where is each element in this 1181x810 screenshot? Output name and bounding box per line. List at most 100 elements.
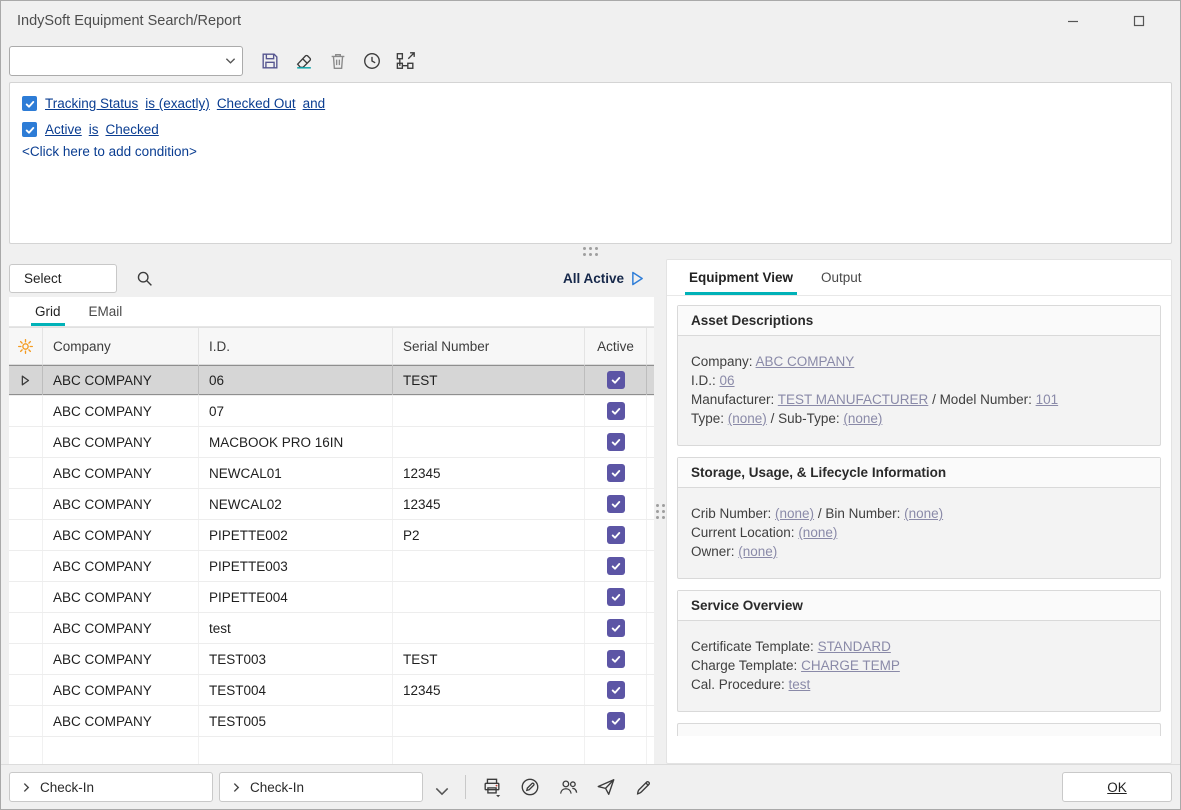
table-row[interactable]: ABC COMPANYPIPETTE002P2 <box>9 520 654 551</box>
more-actions-button[interactable] <box>429 772 455 802</box>
detail-link[interactable]: (none) <box>738 544 777 559</box>
horizontal-splitter[interactable] <box>1 244 1180 259</box>
edit-button[interactable] <box>514 772 546 802</box>
detail-link[interactable]: test <box>789 677 811 692</box>
cell-id: PIPETTE002 <box>199 520 393 550</box>
section-body: Crib Number: (none) / Bin Number: (none)… <box>678 488 1160 578</box>
table-row[interactable]: ABC COMPANYPIPETTE003 <box>9 551 654 582</box>
detail-line: I.D.: 06 <box>691 371 1147 390</box>
delete-button[interactable] <box>323 46 353 76</box>
table-row[interactable]: ABC COMPANYPIPETTE004 <box>9 582 654 613</box>
checkin-button-1[interactable]: Check-In <box>9 772 213 802</box>
row-indicator <box>9 427 43 457</box>
detail-link[interactable]: (none) <box>775 506 814 521</box>
table-row[interactable]: ABC COMPANYMACBOOK PRO 16IN <box>9 427 654 458</box>
table-row[interactable]: ABC COMPANY07 <box>9 396 654 427</box>
detail-link[interactable]: TEST MANUFACTURER <box>778 392 929 407</box>
detail-link[interactable]: CHARGE TEMP <box>801 658 900 673</box>
condition-checkbox[interactable] <box>22 96 37 111</box>
detail-link[interactable]: STANDARD <box>818 639 891 654</box>
send-button[interactable] <box>590 772 622 802</box>
tab-equipment-view[interactable]: Equipment View <box>675 260 807 295</box>
cell-company: ABC COMPANY <box>43 365 199 395</box>
tab-email[interactable]: EMail <box>75 297 137 326</box>
minimize-button[interactable] <box>1062 10 1084 32</box>
active-checkbox[interactable] <box>607 526 625 544</box>
detail-link[interactable]: (none) <box>798 525 837 540</box>
grid-corner-cell[interactable] <box>9 328 43 364</box>
detail-link[interactable]: ABC COMPANY <box>756 354 855 369</box>
table-row[interactable]: ABC COMPANYTEST003TEST <box>9 644 654 675</box>
detail-link[interactable]: (none) <box>728 411 767 426</box>
condition-link[interactable]: is <box>89 118 99 141</box>
active-checkbox[interactable] <box>607 650 625 668</box>
detail-line: Crib Number: (none) / Bin Number: (none) <box>691 504 1147 523</box>
maximize-button[interactable] <box>1128 10 1150 32</box>
select-button[interactable]: Select <box>9 264 117 293</box>
active-checkbox[interactable] <box>607 433 625 451</box>
active-checkbox[interactable] <box>607 402 625 420</box>
checkin-button-2[interactable]: Check-In <box>219 772 423 802</box>
active-checkbox[interactable] <box>607 371 625 389</box>
table-row[interactable]: ABC COMPANYTEST005 <box>9 706 654 737</box>
history-button[interactable] <box>357 46 387 76</box>
ok-button[interactable]: OK <box>1062 772 1172 802</box>
condition-link[interactable]: is (exactly) <box>145 92 210 115</box>
cell-empty <box>199 737 393 764</box>
detail-label: Charge Template: <box>691 658 801 673</box>
column-header-serial[interactable]: Serial Number <box>393 328 585 364</box>
tab-output[interactable]: Output <box>807 260 876 295</box>
active-checkbox[interactable] <box>607 712 625 730</box>
preset-combo-input[interactable] <box>10 54 218 69</box>
column-header-id[interactable]: I.D. <box>199 328 393 364</box>
cell-active <box>585 396 647 426</box>
column-header-company[interactable]: Company <box>43 328 199 364</box>
condition-link[interactable]: Active <box>45 118 82 141</box>
row-indicator <box>9 458 43 488</box>
detail-sections: Asset DescriptionsCompany: ABC COMPANYI.… <box>667 296 1171 763</box>
condition-checkbox[interactable] <box>22 122 37 137</box>
add-condition-link[interactable]: <Click here to add condition> <box>22 144 1159 159</box>
detail-link[interactable]: (none) <box>843 411 882 426</box>
active-checkbox[interactable] <box>607 464 625 482</box>
search-button[interactable] <box>129 263 159 293</box>
condition-link[interactable]: and <box>303 92 326 115</box>
edit-icon <box>520 777 540 797</box>
print-button[interactable] <box>476 772 508 802</box>
detail-line: Certificate Template: STANDARD <box>691 637 1147 656</box>
cell-active <box>585 675 647 705</box>
cell-active <box>585 489 647 519</box>
row-indicator <box>9 520 43 550</box>
detail-link[interactable]: 06 <box>720 373 735 388</box>
active-checkbox[interactable] <box>607 557 625 575</box>
table-row[interactable]: ABC COMPANYtest <box>9 613 654 644</box>
detail-label: / Sub-Type: <box>767 411 844 426</box>
sign-button[interactable] <box>628 772 660 802</box>
detail-link[interactable]: 101 <box>1036 392 1059 407</box>
table-row[interactable]: ABC COMPANYNEWCAL0212345 <box>9 489 654 520</box>
active-checkbox[interactable] <box>607 681 625 699</box>
column-header-active[interactable]: Active <box>585 328 647 364</box>
combo-chevron-icon[interactable] <box>218 47 242 75</box>
tree-export-button[interactable] <box>391 46 421 76</box>
detail-label: Crib Number: <box>691 506 775 521</box>
condition-link[interactable]: Checked <box>106 118 159 141</box>
scope-selector[interactable]: All Active <box>563 271 654 286</box>
clear-button[interactable] <box>289 46 319 76</box>
checkin-button-1-label: Check-In <box>40 780 94 795</box>
condition-link[interactable]: Checked Out <box>217 92 296 115</box>
active-checkbox[interactable] <box>607 619 625 637</box>
active-checkbox[interactable] <box>607 588 625 606</box>
preset-combo[interactable] <box>9 46 243 76</box>
tab-grid[interactable]: Grid <box>21 297 75 326</box>
detail-link[interactable]: (none) <box>904 506 943 521</box>
condition-link[interactable]: Tracking Status <box>45 92 138 115</box>
users-button[interactable] <box>552 772 584 802</box>
cell-id: 07 <box>199 396 393 426</box>
table-row[interactable]: ABC COMPANY06TEST <box>9 365 654 396</box>
active-checkbox[interactable] <box>607 495 625 513</box>
table-row[interactable]: ABC COMPANYTEST00412345 <box>9 675 654 706</box>
save-button[interactable] <box>255 46 285 76</box>
vertical-splitter[interactable] <box>654 259 666 764</box>
table-row[interactable]: ABC COMPANYNEWCAL0112345 <box>9 458 654 489</box>
